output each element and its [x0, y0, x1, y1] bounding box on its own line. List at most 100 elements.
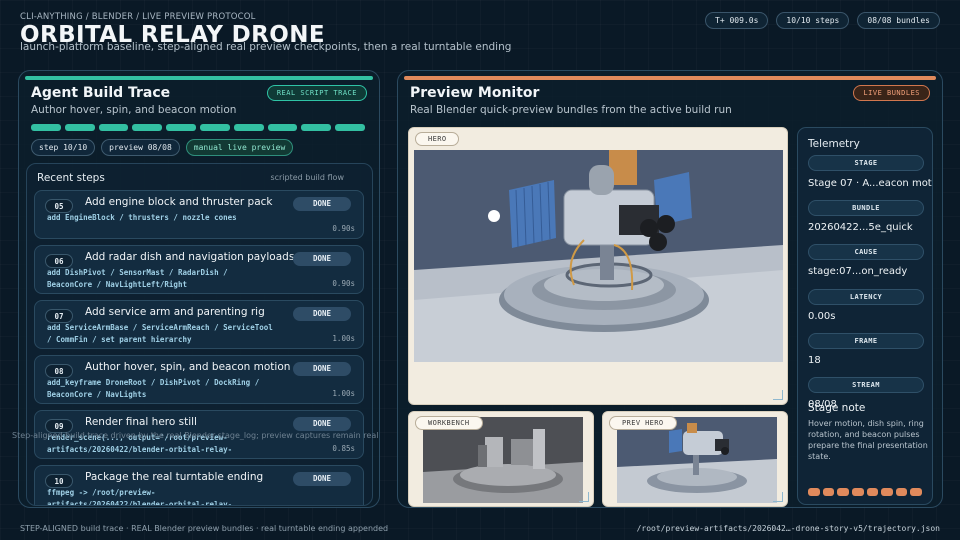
stage-note-title: Stage note — [808, 402, 866, 414]
note-segment — [808, 488, 820, 496]
step-number: 07 — [45, 309, 73, 323]
real-script-trace-badge: REAL SCRIPT TRACE — [266, 85, 367, 101]
time-pill: T+ 009.0s — [705, 12, 769, 29]
note-segment — [837, 488, 849, 496]
step-title: Add service arm and parenting rig — [85, 306, 265, 318]
progress-segment — [301, 124, 332, 131]
prev-hero-preview-frame[interactable]: PREV HERO — [602, 411, 788, 507]
step-status-badge: DONE — [293, 197, 351, 211]
telemetry-panel: Telemetry STAGE Stage 07 · A...eacon mot… — [797, 127, 933, 505]
note-segment — [910, 488, 922, 496]
preview-monitor-panel: Preview Monitor Real Blender quick-previ… — [397, 70, 943, 508]
workbench-preview-frame[interactable]: WORKBENCH — [408, 411, 594, 507]
step-status-badge: DONE — [293, 417, 351, 431]
step-item[interactable]: 05 Add engine block and thruster pack DO… — [34, 190, 364, 239]
header-kicker: CLI-ANYTHING / BLENDER / LIVE PREVIEW PR… — [20, 12, 256, 22]
telemetry-value-bundle: 20260422...5e_quick — [808, 222, 913, 233]
progress-segment — [233, 124, 264, 131]
progress-segment — [98, 124, 129, 131]
frame-corner-marker — [579, 492, 589, 502]
workbench-frame-label: WORKBENCH — [415, 416, 483, 430]
telemetry-label-cause: CAUSE — [808, 244, 924, 260]
recent-steps-title: Recent steps — [37, 172, 105, 184]
step-duration: 1.00s — [332, 389, 355, 398]
note-segment — [881, 488, 893, 496]
telemetry-label-latency: LATENCY — [808, 289, 924, 305]
telemetry-label-stage: STAGE — [808, 155, 924, 171]
steps-tag: scripted build flow — [270, 173, 344, 182]
prev-hero-frame-label: PREV HERO — [609, 416, 677, 430]
step-duration: 1.00s — [332, 334, 355, 343]
step-code: add ServiceArmBase / ServiceArmReach / S… — [47, 323, 273, 344]
step-number: 06 — [45, 254, 73, 268]
live-bundles-badge: LIVE BUNDLES — [853, 85, 930, 101]
step-title: Package the real turntable ending — [85, 471, 264, 483]
note-segment — [866, 488, 879, 496]
telemetry-label-bundle: BUNDLE — [808, 200, 924, 216]
bundles-pill: 08/08 bundles — [857, 12, 940, 29]
note-segment — [822, 488, 835, 496]
step-item[interactable]: 06 Add radar dish and navigation payload… — [34, 245, 364, 294]
telemetry-value-latency: 0.00s — [808, 311, 836, 322]
recent-steps-list[interactable]: Recent steps scripted build flow 05 Add … — [26, 163, 373, 506]
step-title: Author hover, spin, and beacon motion — [85, 361, 291, 373]
step-item[interactable]: 08 Author hover, spin, and beacon motion… — [34, 355, 364, 404]
step-status-badge: DONE — [293, 252, 351, 266]
hero-frame-label: HERO — [415, 132, 460, 146]
progress-segment — [132, 124, 163, 131]
progress-segment — [267, 124, 298, 131]
panel-accent-bar — [404, 76, 936, 80]
progress-segment — [64, 124, 95, 131]
panel-subtitle: Real Blender quick-preview bundles from … — [410, 104, 732, 116]
step-status-badge: DONE — [293, 472, 351, 486]
progress-segment — [166, 124, 196, 131]
telemetry-title: Telemetry — [808, 138, 860, 150]
telemetry-value-stage: Stage 07 · A...eacon motion — [808, 178, 932, 189]
step-code: add_keyframe DroneRoot / DishPivot / Doc… — [47, 378, 260, 399]
step-code: add DishPivot / SensorMast / RadarDish /… — [47, 268, 228, 289]
step-item[interactable]: 07 Add service arm and parenting rig DON… — [34, 300, 364, 349]
stage-note-progress — [808, 488, 922, 496]
step-status-badge: DONE — [293, 362, 351, 376]
hero-render-image — [414, 150, 783, 362]
agent-build-trace-panel: Agent Build Trace Author hover, spin, an… — [18, 70, 380, 508]
telemetry-value-frame: 18 — [808, 355, 821, 366]
step-code: add EngineBlock / thrusters / nozzle con… — [47, 213, 237, 222]
manual-live-preview-chip[interactable]: manual live preview — [185, 139, 294, 156]
panel-title: Preview Monitor — [410, 85, 540, 101]
step-title: Render final hero still — [85, 416, 197, 428]
stage-note-text: Hover motion, dish spin, ring rotation, … — [808, 419, 928, 461]
panel-accent-bar — [25, 76, 373, 80]
step-duration: 0.90s — [332, 224, 355, 233]
step-chip: step 10/10 — [31, 139, 96, 156]
step-duration: 0.90s — [332, 279, 355, 288]
step-number: 05 — [45, 199, 73, 213]
telemetry-label-stream: STREAM — [808, 377, 924, 393]
step-code: ffmpeg -> /root/preview-artifacts/202604… — [47, 488, 233, 506]
footer-path: /root/preview-artifacts/2026042…-drone-s… — [636, 524, 940, 533]
frame-corner-marker — [773, 390, 783, 400]
step-title: Add radar dish and navigation payloads — [85, 251, 295, 263]
step-title: Add engine block and thruster pack — [85, 196, 273, 208]
telemetry-label-frame: FRAME — [808, 333, 924, 349]
preview-chip: preview 08/08 — [101, 139, 180, 156]
status-ticker: Step-aligned build trace driven by the r… — [12, 431, 380, 440]
step-progress-bar — [31, 124, 365, 131]
footer-status: STEP-ALIGNED build trace · REAL Blender … — [20, 524, 389, 533]
header-pills: T+ 009.0s 10/10 steps 08/08 bundles — [705, 12, 940, 29]
step-duration: 0.85s — [332, 444, 355, 453]
panel-title: Agent Build Trace — [31, 85, 171, 101]
progress-segment — [31, 124, 61, 131]
step-number: 10 — [45, 474, 73, 488]
note-segment — [895, 488, 908, 496]
note-segment — [851, 488, 864, 496]
telemetry-value-cause: stage:07...on_ready — [808, 266, 908, 277]
step-status-badge: DONE — [293, 307, 351, 321]
hero-preview-frame[interactable]: HERO — [408, 127, 788, 405]
frame-corner-marker — [773, 492, 783, 502]
steps-pill: 10/10 steps — [776, 12, 850, 29]
step-item[interactable]: 10 Package the real turntable ending DON… — [34, 465, 364, 506]
step-number: 08 — [45, 364, 73, 378]
progress-segment — [335, 124, 365, 131]
panel-subtitle: Author hover, spin, and beacon motion — [31, 104, 237, 116]
